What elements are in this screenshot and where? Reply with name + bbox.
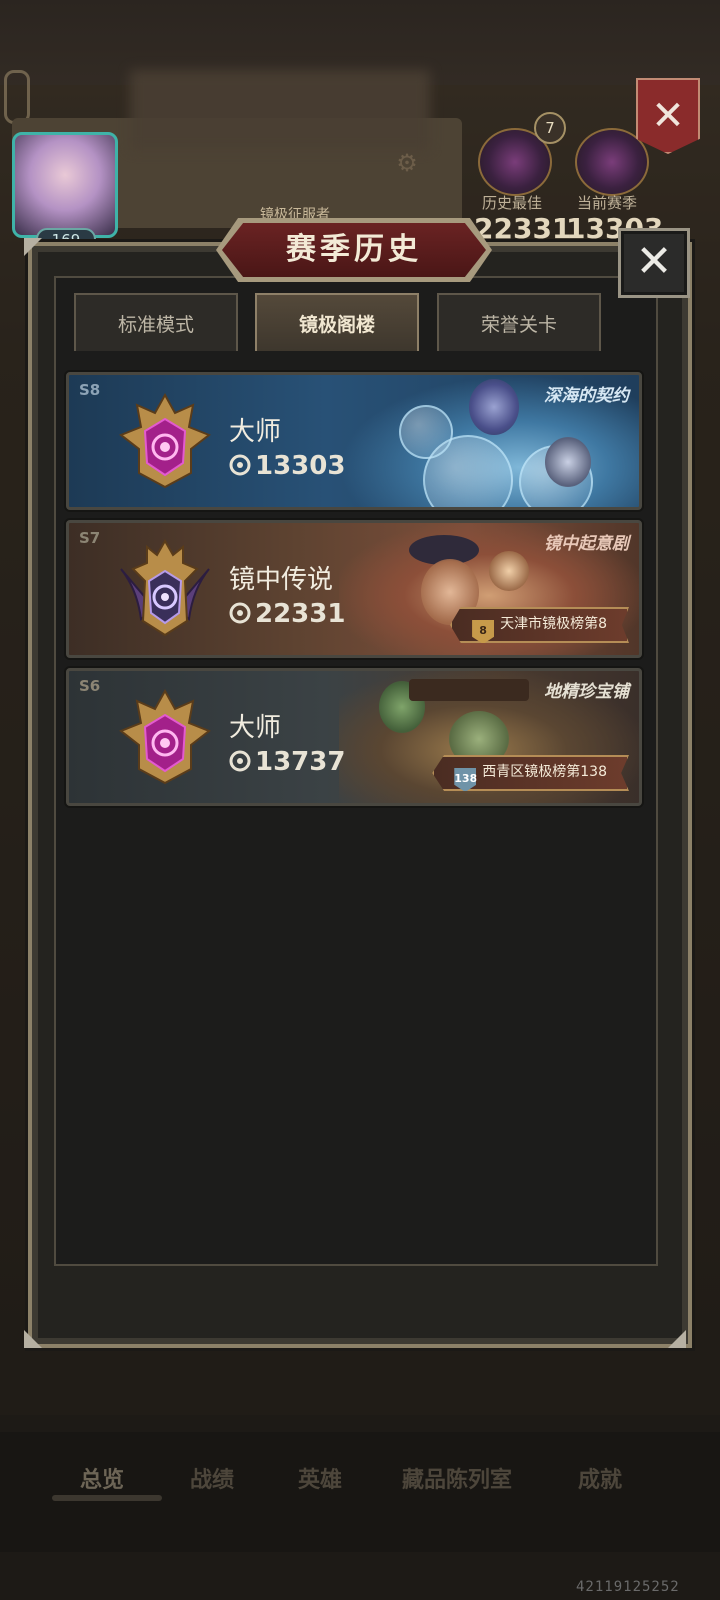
ranking-medal-icon: 8 xyxy=(472,620,495,643)
mirror-score-icon xyxy=(229,750,251,772)
blurred-player-name xyxy=(130,70,430,150)
nav-active-indicator xyxy=(52,1495,162,1501)
season-card-s7[interactable]: S7 镜中传说 22331 镜中起意剧 8 天津市镜极榜第8 xyxy=(66,520,642,658)
rank-count-badge: 7 xyxy=(534,112,566,144)
profile-close-button[interactable]: ✕ xyxy=(636,78,700,154)
mirror-score-icon xyxy=(229,602,251,624)
regional-ranking-badge: 8 天津市镜极榜第8 xyxy=(450,607,629,643)
rank-name: 大师 xyxy=(229,713,282,743)
nav-heroes[interactable]: 英雄 xyxy=(298,1462,342,1494)
modal-title: 赛季历史 xyxy=(286,232,422,267)
season-card-s6[interactable]: S6 大师 13737 地精珍宝铺 138 西青区镜极榜第138 xyxy=(66,668,642,806)
gear-icon[interactable]: ⚙ xyxy=(394,150,420,176)
season-name: 地精珍宝铺 xyxy=(544,682,629,702)
rank-score-value: 22331 xyxy=(255,599,346,629)
nav-achievements[interactable]: 成就 xyxy=(578,1462,622,1494)
history-best-label: 历史最佳 xyxy=(481,194,542,212)
season-tag: S7 xyxy=(79,529,101,547)
rank-score: 13737 xyxy=(229,747,345,777)
regional-ranking-badge: 138 西青区镜极榜第138 xyxy=(432,755,629,791)
current-season-label: 当前赛季 xyxy=(576,194,637,212)
season-tag: S6 xyxy=(79,677,101,695)
player-avatar[interactable] xyxy=(12,132,118,238)
legend-rank-emblem-icon xyxy=(120,539,210,637)
tab-honor-stage[interactable]: 荣誉关卡 xyxy=(437,293,601,351)
rank-name: 镜中传说 xyxy=(229,565,334,595)
rank-name: 大师 xyxy=(229,417,282,447)
watermark-text: 42119125252 xyxy=(576,1579,680,1595)
ranking-text: 西青区镜极榜第138 xyxy=(482,764,607,780)
rank-score: 13303 xyxy=(229,451,345,481)
master-rank-emblem-icon xyxy=(119,688,211,785)
paperclip-icon xyxy=(4,70,30,124)
rank-score-value: 13303 xyxy=(255,451,346,481)
tab-mirror-attic[interactable]: 镜极阁楼 xyxy=(255,293,419,351)
ranking-medal-icon: 138 xyxy=(454,768,477,791)
nav-record[interactable]: 战绩 xyxy=(190,1462,234,1494)
nav-overview[interactable]: 总览 xyxy=(80,1462,124,1494)
tab-standard-mode[interactable]: 标准模式 xyxy=(74,293,238,351)
rank-score: 22331 xyxy=(229,599,345,629)
nav-collection[interactable]: 藏品陈列室 xyxy=(402,1462,512,1494)
season-name: 镜中起意剧 xyxy=(544,534,629,554)
season-card-s8[interactable]: S8 大师 13303 深海的契约 xyxy=(66,372,642,510)
close-icon[interactable]: ✕ xyxy=(618,228,690,298)
history-best-value: 22331 xyxy=(474,212,572,245)
master-rank-emblem-icon xyxy=(119,392,211,489)
mirror-score-icon xyxy=(229,454,251,476)
season-name: 深海的契约 xyxy=(544,386,629,406)
ranking-text: 天津市镜极榜第8 xyxy=(500,616,607,632)
rank-score-value: 13737 xyxy=(255,747,346,777)
season-tag: S8 xyxy=(79,381,101,399)
